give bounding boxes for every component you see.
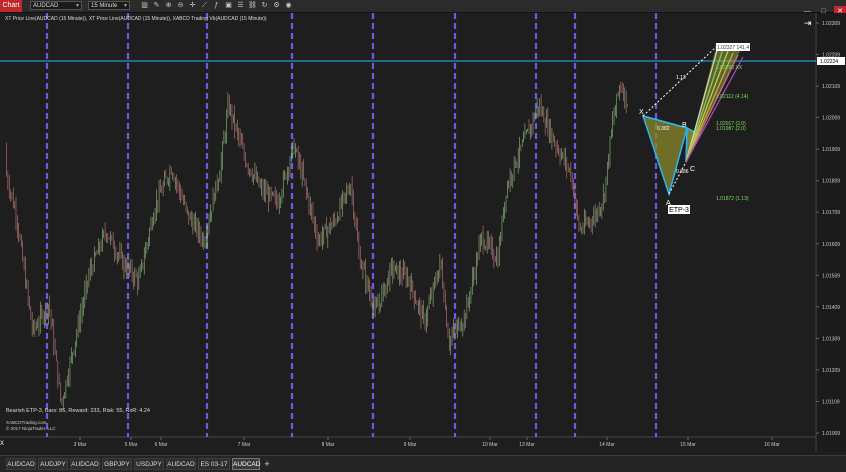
ratio-label-1: 1.13 (676, 75, 686, 81)
instrument-selector[interactable]: AUDCAD ▼ (30, 1, 82, 10)
chart-tab[interactable]: AUDCAD (166, 458, 196, 470)
instrument-value: AUDCAD (33, 3, 59, 9)
chevron-down-icon: ▼ (75, 3, 80, 9)
chart-tab-label[interactable]: Chart (0, 0, 22, 12)
indicators-icon[interactable]: ƒ (212, 1, 221, 10)
pattern-stats: Bearish ETP-3, Bars: 86, Reward: 233, Ri… (6, 408, 150, 414)
x-tick-label: 9 Mar (404, 442, 417, 448)
y-tick-label: 1.01809 (822, 179, 840, 185)
pencil-icon[interactable]: ✎ (152, 1, 161, 10)
price-chart[interactable]: 1.02309 1.02209 1.02109 1.02009 1.01909 1.018… (0, 13, 846, 451)
link-icon[interactable]: ⛓ (248, 1, 257, 10)
x-tick-label: 7 Mar (238, 442, 251, 448)
x-tick-label: 6 Mar (155, 442, 168, 448)
x-tick-label: 5 Mar (125, 442, 138, 448)
chevron-down-icon: ▼ (123, 3, 128, 9)
x-tick-label: 10 Mar (482, 442, 498, 448)
chart-tab[interactable]: AUDCAD (6, 458, 36, 470)
settings-icon[interactable]: ⚙ (272, 1, 281, 10)
template-icon[interactable]: ☰ (236, 1, 245, 10)
chart-canvas[interactable]: 1.023091.022091.021091.020091.019091.018… (0, 13, 846, 451)
x-tick-label: 14 Mar (599, 442, 615, 448)
close-panel-button[interactable]: X (0, 440, 6, 448)
point-x-label: X (639, 109, 644, 116)
chart-tabs: AUDCAD AUDJPY AUDCAD GBPJPY USDJPY AUDCAD ES 0… (0, 455, 846, 472)
chart-window: Chart AUDCAD ▼ 15 Minute ▼ ▥ ✎ ⊕ ⊖ ✛ ⟋ ƒ… (0, 0, 846, 472)
chart-toolbar: Chart AUDCAD ▼ 15 Minute ▼ ▥ ✎ ⊕ ⊖ ✛ ⟋ ƒ… (0, 0, 846, 18)
zoom-out-icon[interactable]: ⊖ (176, 1, 185, 10)
chart-tab[interactable]: AUDCAD (232, 458, 260, 470)
pattern-name-label: ETP-3 (669, 207, 689, 214)
add-tab-button[interactable]: + (262, 458, 272, 470)
price-axis (816, 13, 846, 451)
x-tick-label: 15 Mar (680, 442, 696, 448)
x-tick-label: 13 Mar (519, 442, 535, 448)
chart-tab[interactable]: GBPJPY (102, 458, 132, 470)
bars-icon[interactable]: ▥ (140, 1, 149, 10)
point-b-label: B (682, 122, 687, 129)
point-c-label: C (690, 166, 695, 173)
zoom-in-icon[interactable]: ⊕ (164, 1, 173, 10)
x-tick-label: 8 Mar (322, 442, 335, 448)
chart-tab[interactable]: ES 03-17 (198, 458, 230, 470)
x-tick-label: 16 Mar (764, 442, 780, 448)
y-tick-label: 1.01609 (822, 242, 840, 248)
current-price-label: 1.02224 (820, 59, 838, 65)
y-tick-label: 1.01209 (822, 368, 840, 374)
y-tick-label: 1.01909 (822, 147, 840, 153)
interval-value: 15 Minute (91, 3, 118, 9)
y-tick-label: 1.01009 (822, 431, 840, 437)
y-tick-label: 1.01509 (822, 273, 840, 279)
window-controls: — □ ✕ (801, 0, 846, 18)
y-tick-label: 1.01109 (822, 399, 840, 405)
refresh-icon[interactable]: ↻ (260, 1, 269, 10)
scroll-to-end-icon[interactable]: ⇥ (804, 18, 812, 29)
chart-tab[interactable]: AUDJPY (38, 458, 68, 470)
target-level-2: 1.02112 (4.14) (716, 94, 748, 100)
copyright-label: © 2017 NinjaTrader, LLC (6, 426, 56, 431)
indicator-legend: XT Price Line(AUDCAD (15 Minute)), XT Pr… (5, 16, 267, 22)
strategies-icon[interactable]: ▣ (224, 1, 233, 10)
target-level-1: 1.02250 XX (716, 65, 743, 71)
y-tick-label: 1.01309 (822, 336, 840, 342)
site-label: XABCDTrading.com (6, 420, 47, 425)
crosshair-icon[interactable]: ✛ (188, 1, 197, 10)
y-tick-label: 1.01709 (822, 210, 840, 216)
y-tick-label: 1.01409 (822, 305, 840, 311)
interval-selector[interactable]: 15 Minute ▼ (88, 1, 130, 10)
ratio-label-2: 0.382 (657, 126, 670, 132)
y-tick-label: 1.02109 (822, 84, 840, 90)
x-tick-label: 3 Mar (74, 442, 87, 448)
y-tick-label: 1.02309 (822, 21, 840, 27)
chart-tab[interactable]: AUDCAD (70, 458, 100, 470)
chart-tab[interactable]: USDJPY (134, 458, 164, 470)
ratio-label-3: 0.886 (676, 169, 689, 175)
target-level-4: 1.01987 (2.0) (716, 126, 746, 132)
target-level-5: 1.01872 (1.13) (716, 196, 749, 202)
snapshot-icon[interactable]: ◉ (284, 1, 293, 10)
target-top-label: 1.02327 141.4 (717, 45, 749, 51)
drawing-tools-icon[interactable]: ⟋ (200, 1, 209, 10)
y-tick-label: 1.02009 (822, 116, 840, 122)
